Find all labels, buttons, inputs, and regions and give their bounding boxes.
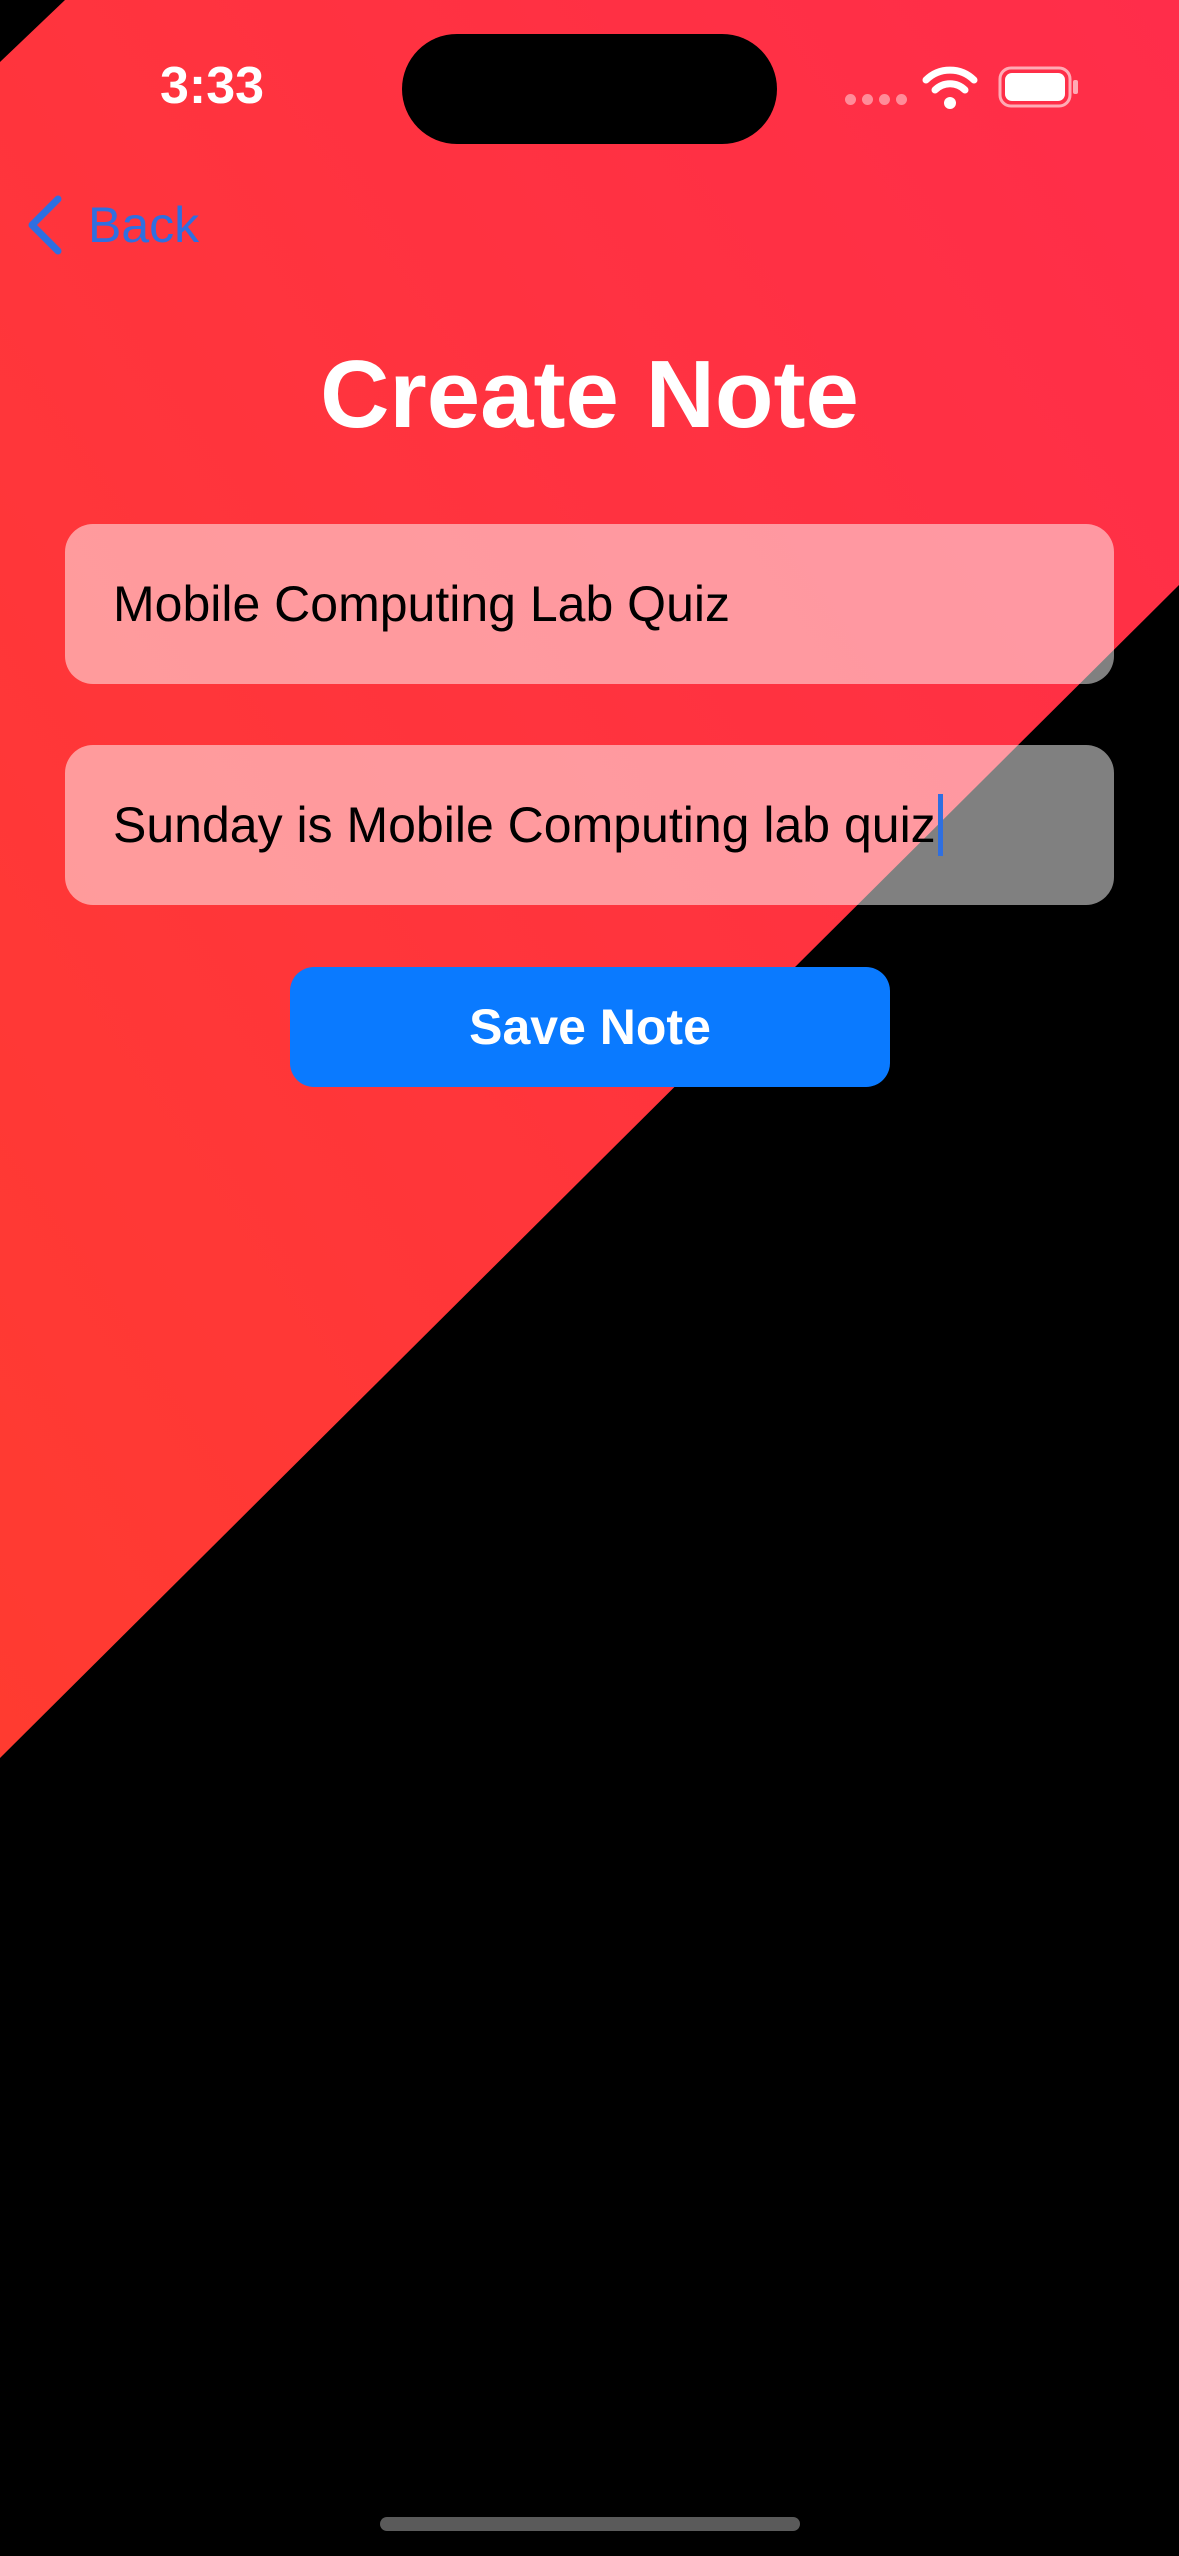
wifi-icon [922,66,978,109]
note-title-value: Mobile Computing Lab Quiz [113,576,730,632]
home-indicator[interactable] [380,2517,800,2531]
chevron-left-icon [28,195,62,255]
dynamic-island [402,34,777,144]
page-title: Create Note [320,341,859,448]
back-button-label: Back [88,197,200,253]
note-body-field[interactable]: Sunday is Mobile Computing lab quiz [65,745,1114,905]
battery-icon [998,66,1078,108]
create-note-screen: 3:33 Back Create Note Mobile Computing L… [0,0,1179,2556]
text-cursor [937,794,943,856]
save-note-button[interactable]: Save Note [290,967,890,1087]
back-button[interactable]: Back [24,190,199,260]
status-bar-time: 3:33 [160,57,265,115]
signal-dots-icon [845,94,907,105]
note-body-value: Sunday is Mobile Computing lab quiz [113,797,936,853]
note-title-field[interactable]: Mobile Computing Lab Quiz [65,524,1114,684]
